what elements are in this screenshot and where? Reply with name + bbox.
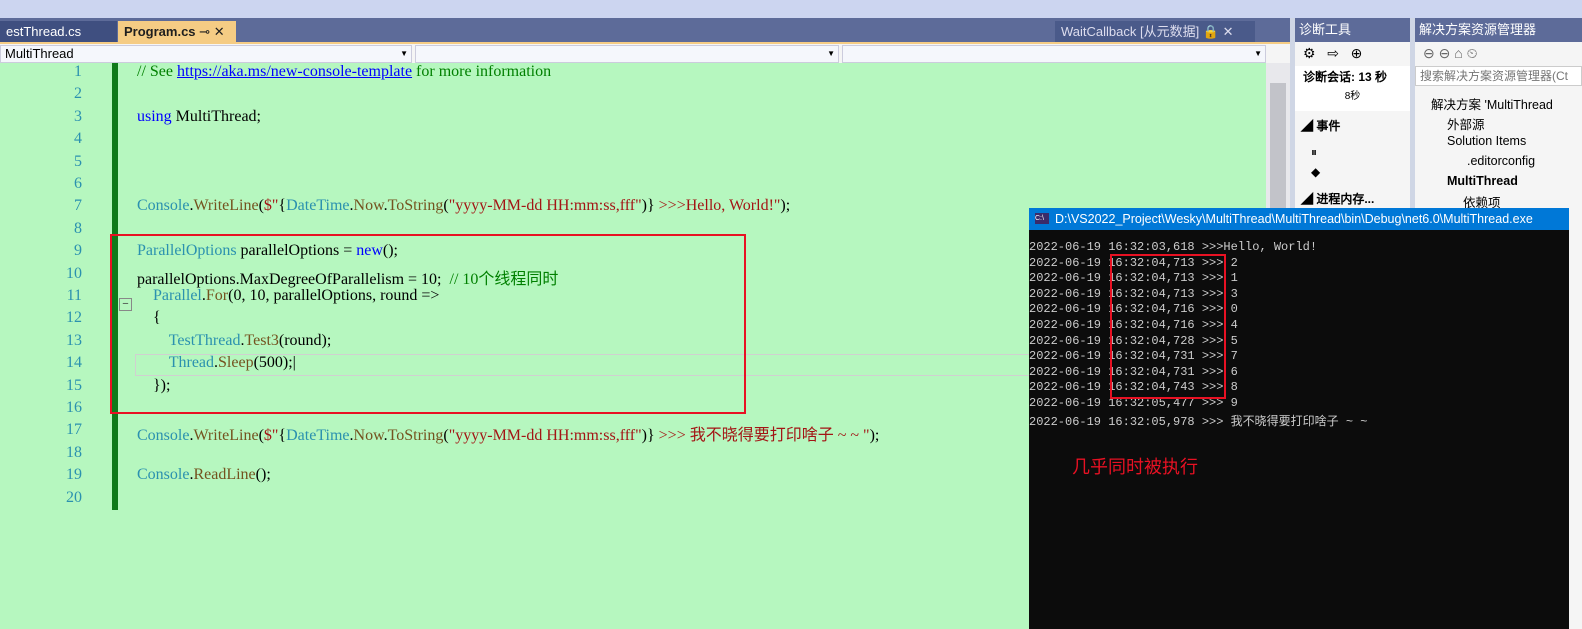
console-title: D:\VS2022_Project\Wesky\MultiThread\Mult… (1055, 212, 1533, 226)
line-number: 11 (66, 287, 82, 304)
events-section[interactable]: ◢ 事件 (1295, 111, 1410, 140)
line-number: 19 (66, 466, 82, 484)
code-line: Console.WriteLine($"{DateTime.Now.ToStri… (137, 427, 880, 445)
line-number: 20 (66, 488, 82, 506)
line-number: 14 (66, 354, 82, 372)
toolbar (0, 0, 1582, 18)
line-number: 12 (66, 309, 82, 327)
navigation-bar: MultiThread ▼ ▼ ▼ (0, 42, 1290, 63)
export-icon[interactable]: ⇨ (1327, 45, 1339, 61)
back-icon[interactable]: ⊖ (1423, 45, 1435, 61)
code-line: using MultiThread; (137, 107, 261, 125)
line-number: 15 (66, 376, 82, 394)
console-icon: C:\ (1035, 213, 1049, 224)
home-icon[interactable]: ⌂ (1454, 45, 1462, 61)
chevron-down-icon: ▼ (827, 49, 835, 58)
console-line: 2022-06-19 16:32:05,978 >>> 我不晓得要打印啥子 ~ … (1029, 414, 1368, 429)
solution-search-input[interactable] (1415, 66, 1582, 86)
line-number: 17 (66, 421, 82, 439)
member-dropdown[interactable]: ▼ (842, 45, 1266, 63)
line-number: 8 (74, 219, 82, 237)
project-name: MultiThread (5, 46, 74, 61)
memory-label: 进程内存... (1316, 192, 1375, 206)
line-number: 1 (74, 63, 82, 80)
line-number: 6 (74, 175, 82, 192)
project-dropdown[interactable]: MultiThread ▼ (0, 45, 412, 63)
diag-toolbar: ⚙ ⇨ ⊕ (1295, 42, 1410, 66)
tree-item-external[interactable]: 外部源 (1447, 114, 1485, 133)
line-number: 5 (74, 152, 82, 170)
tree-item-project[interactable]: MultiThread (1447, 174, 1518, 188)
tab-label: Program.cs (124, 24, 196, 39)
session-time: 诊断会话: 13 秒 (1295, 66, 1410, 87)
tab-waitcallback[interactable]: WaitCallback [从元数据] 🔒 ✕ (1055, 21, 1255, 42)
line-number: 9 (74, 242, 82, 260)
chevron-down-icon: ▼ (1254, 49, 1262, 58)
tree-item-solution-items[interactable]: Solution Items (1447, 134, 1526, 148)
forward-icon[interactable]: ⊖ (1439, 45, 1451, 61)
annotation-text: 几乎同时被执行 (1072, 457, 1198, 477)
tab-label: WaitCallback [从元数据] (1061, 24, 1200, 39)
code-line: // See https://aka.ms/new-console-templa… (137, 63, 552, 80)
line-number: 3 (74, 107, 82, 125)
code-line: Console.WriteLine($"{DateTime.Now.ToStri… (137, 197, 791, 215)
tree-item-editorconfig[interactable]: .editorconfig (1467, 154, 1535, 168)
line-number: 13 (66, 331, 82, 349)
type-dropdown[interactable]: ▼ (415, 45, 839, 63)
code-line: Console.ReadLine(); (137, 466, 271, 484)
line-number: 10 (66, 264, 82, 282)
pin-icon[interactable]: ⊸ (199, 24, 210, 39)
solution-toolbar: ⊖ ⊖ ⌂ ⏲ (1415, 42, 1582, 66)
zoom-in-icon[interactable]: ⊕ (1351, 45, 1363, 61)
line-number: 18 (66, 443, 82, 461)
chevron-down-icon: ▼ (400, 49, 408, 58)
highlight-box (1110, 254, 1226, 399)
highlight-box (110, 234, 746, 414)
tab-label: estThread.cs (6, 24, 82, 39)
timeline-tick: 8秒 (1295, 87, 1410, 111)
tab-strip: estThread.cs Program.cs ⊸ ✕ WaitCallback… (0, 18, 1290, 42)
gear-icon[interactable]: ⚙ (1303, 45, 1316, 61)
panel-title: 诊断工具 (1295, 18, 1410, 42)
line-number: 2 (74, 85, 82, 103)
line-number: 16 (66, 399, 82, 416)
tab-program[interactable]: Program.cs ⊸ ✕ (118, 21, 236, 42)
line-number: 4 (74, 130, 82, 148)
events-legend: ⏸ ◆ (1311, 145, 1321, 179)
close-icon[interactable]: ✕ (214, 24, 225, 39)
panel-title: 解决方案资源管理器 (1415, 18, 1582, 42)
line-number: 7 (74, 197, 82, 215)
tree-item-solution[interactable]: 解决方案 'MultiThread (1431, 94, 1553, 113)
events-label: 事件 (1316, 119, 1341, 133)
history-icon[interactable]: ⏲ (1467, 45, 1478, 61)
console-title-bar[interactable]: C:\ D:\VS2022_Project\Wesky\MultiThread\M… (1029, 208, 1569, 230)
tab-testthread[interactable]: estThread.cs (0, 21, 117, 42)
console-line: 2022-06-19 16:32:03,618 >>>Hello, World! (1029, 240, 1318, 254)
